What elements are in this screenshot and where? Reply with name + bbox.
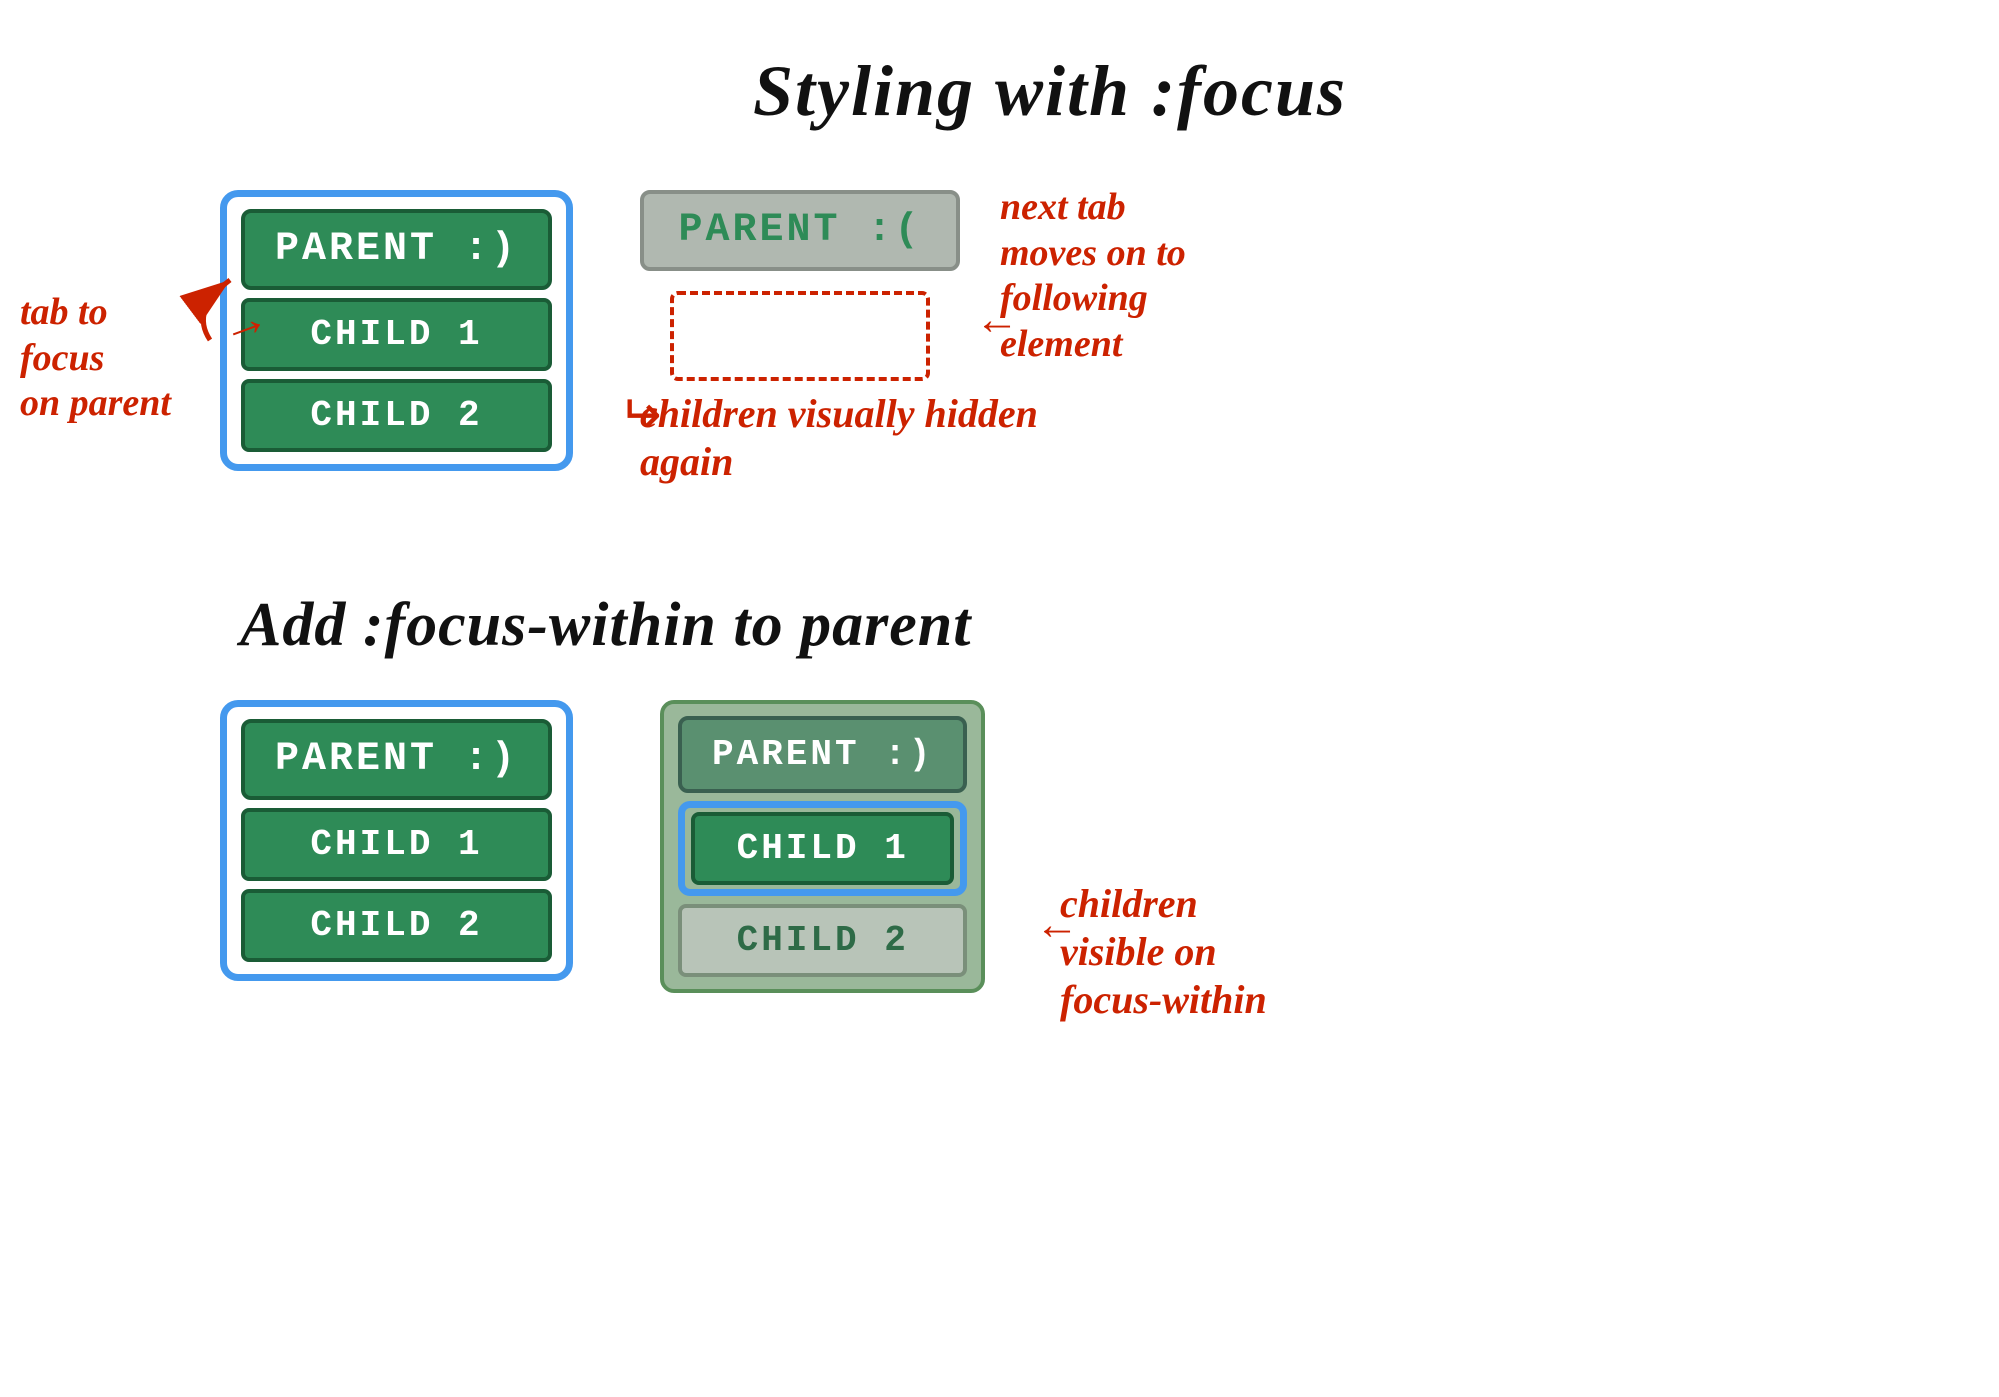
section2-right-child2-box: CHILD 2	[678, 904, 967, 977]
arrow-children-visible: ←	[1035, 900, 1079, 950]
focus-outline-section2-left: PARENT :) CHILD 1 CHILD 2	[220, 700, 573, 981]
section2-right-child1-box: CHILD 1	[691, 812, 954, 885]
section1-child2-box: CHILD 2	[241, 379, 552, 452]
annotation-children-visible: children visible on focus-within	[1060, 880, 1440, 1024]
section1-child1-box: CHILD 1	[241, 298, 552, 371]
section2-left-child2-box: CHILD 2	[241, 889, 552, 962]
annotation-children-visible-text: children visible on focus-within	[1060, 880, 1440, 1024]
arrow-next-tab: ←	[975, 295, 1019, 345]
section2-left-parent-box: PARENT :)	[241, 719, 552, 800]
annotation-children-hidden: children visually hidden again	[640, 390, 1040, 486]
annotation-next-tab-text: next tab moves on to following element	[1000, 185, 1350, 367]
annotation-next-tab: next tab moves on to following element	[1000, 185, 1350, 367]
section1-right-parent-box: PARENT :(	[640, 190, 960, 271]
focus-outline-section1: PARENT :) CHILD 1 CHILD 2	[220, 190, 573, 471]
subtitle-text: Add :focus-within to parent	[240, 591, 972, 659]
annotation-tab-focus-text: tab to focus on parent	[20, 290, 220, 427]
section1-left-diagram: PARENT :) CHILD 1 CHILD 2	[220, 190, 573, 471]
section2-left-diagram: PARENT :) CHILD 1 CHILD 2	[220, 700, 573, 981]
annotation-tab-focus: tab to focus on parent	[20, 290, 220, 427]
section2-right-child1-focus: CHILD 1	[678, 801, 967, 896]
section2-title: Add :focus-within to parent	[240, 590, 1340, 661]
curved-arrow-hidden: ↵	[618, 385, 662, 445]
section1-parent-box: PARENT :)	[241, 209, 552, 290]
main-title: Styling with :focus	[600, 50, 1500, 133]
section2-left-child1-box: CHILD 1	[241, 808, 552, 881]
title-text: Styling with :focus	[753, 51, 1347, 131]
annotation-children-hidden-text: children visually hidden again	[640, 390, 1040, 486]
section1-right-diagram: PARENT :(	[640, 190, 960, 381]
section1-dashed-box	[670, 291, 930, 381]
section2-right-parent-box: PARENT :)	[678, 716, 967, 793]
section2-right-diagram: PARENT :) CHILD 1 CHILD 2	[660, 700, 985, 993]
